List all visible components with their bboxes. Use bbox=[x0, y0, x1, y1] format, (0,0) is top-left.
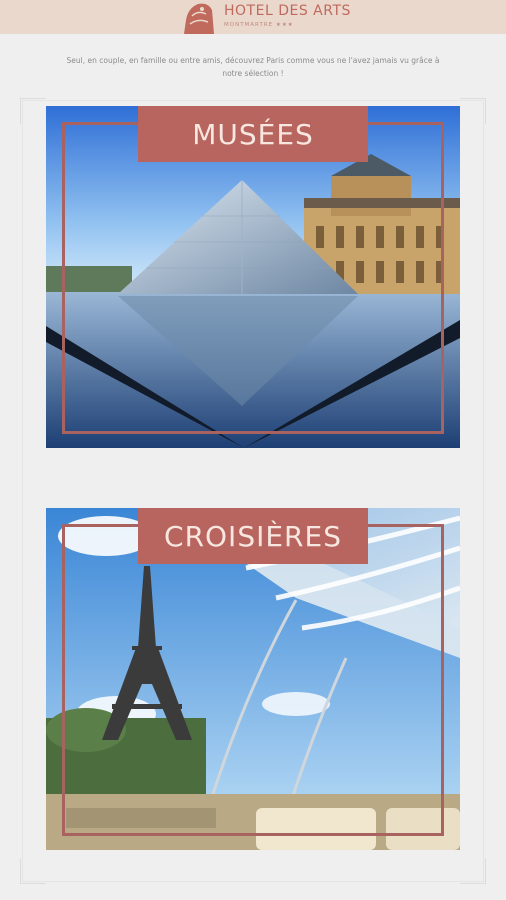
corner-ornament bbox=[460, 858, 486, 884]
card-musees[interactable]: MUSÉES bbox=[46, 106, 460, 448]
card-title-musees: MUSÉES bbox=[138, 106, 368, 162]
corner-ornament bbox=[460, 98, 486, 124]
hotel-logo-icon bbox=[184, 3, 214, 34]
intro-text: Seul, en couple, en famille ou entre ami… bbox=[66, 56, 440, 78]
card-frame bbox=[62, 122, 444, 434]
header-bar: HOTEL DES ARTS MONTMARTRE ★★★ bbox=[0, 0, 506, 34]
card-title-croisieres: CROISIÈRES bbox=[138, 508, 368, 564]
corner-ornament bbox=[20, 858, 46, 884]
logo-subtitle: MONTMARTRE ★★★ bbox=[224, 22, 294, 28]
card-croisieres[interactable]: CROISIÈRES bbox=[46, 508, 460, 850]
corner-ornament bbox=[20, 98, 46, 124]
hotel-logo[interactable]: HOTEL DES ARTS MONTMARTRE ★★★ bbox=[178, 0, 350, 34]
logo-title: HOTEL DES ARTS bbox=[224, 3, 351, 19]
card-frame bbox=[62, 524, 444, 836]
